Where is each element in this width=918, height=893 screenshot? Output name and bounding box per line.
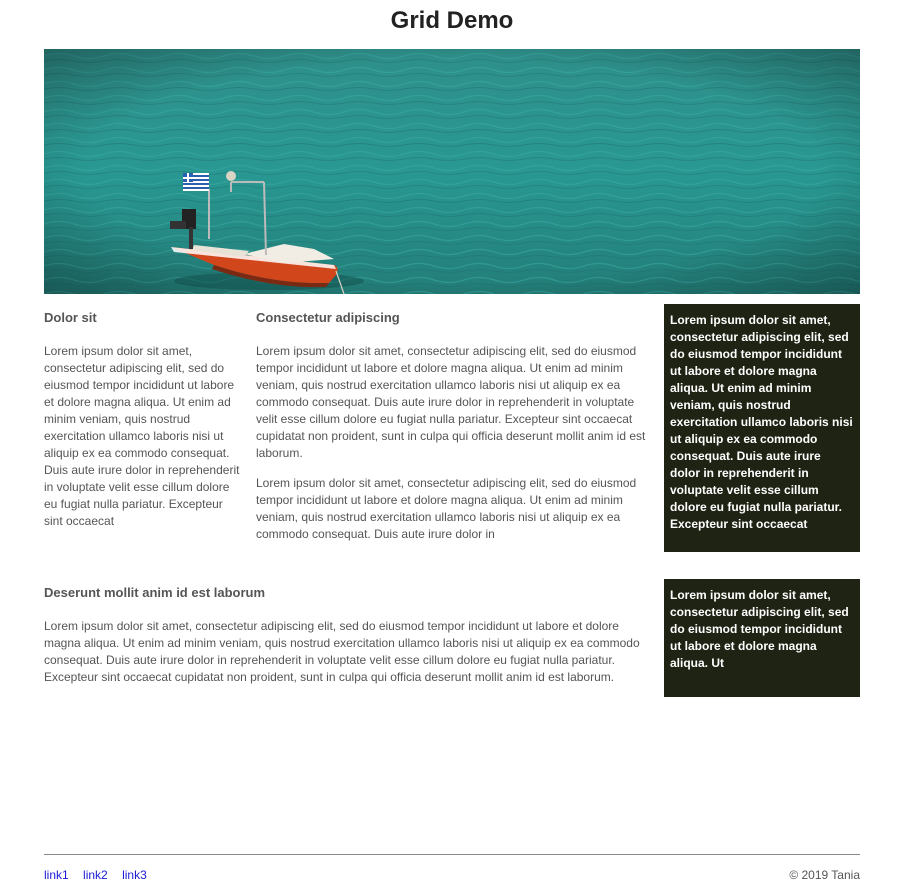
- wide-section-text: Lorem ipsum dolor sit amet, consectetur …: [44, 619, 640, 684]
- page-title: Grid Demo: [390, 7, 514, 34]
- left-column: Dolor sit Lorem ipsum dolor sit amet, co…: [44, 309, 240, 530]
- left-column-text: Lorem ipsum dolor sit amet, consectetur …: [44, 344, 240, 528]
- copyright-text: © 2019 Tania: [789, 868, 860, 882]
- sidebar-box-2: Lorem ipsum dolor sit amet, consectetur …: [664, 579, 860, 697]
- sidebar-box-1-text: Lorem ipsum dolor sit amet, consectetur …: [670, 313, 853, 531]
- middle-column-paragraph-2: Lorem ipsum dolor sit amet, consectetur …: [256, 476, 637, 541]
- footer-link-1[interactable]: link1: [44, 868, 69, 882]
- hero-image: [44, 49, 860, 294]
- footer-divider: [44, 854, 860, 855]
- footer-link-3[interactable]: link3: [122, 868, 147, 882]
- footer-links: link1 link2 link3: [44, 868, 158, 883]
- left-column-heading: Dolor sit: [44, 310, 97, 325]
- middle-column-heading: Consectetur adipiscing: [256, 310, 400, 325]
- sidebar-box-2-text: Lorem ipsum dolor sit amet, consectetur …: [670, 588, 849, 670]
- footer-link-2[interactable]: link2: [83, 868, 108, 882]
- middle-column-paragraph-1: Lorem ipsum dolor sit amet, consectetur …: [256, 344, 646, 460]
- wide-section: Deserunt mollit anim id est laborum Lore…: [44, 584, 648, 686]
- sidebar-box-1: Lorem ipsum dolor sit amet, consectetur …: [664, 304, 860, 552]
- wide-section-heading: Deserunt mollit anim id est laborum: [44, 585, 266, 600]
- middle-column: Consectetur adipiscing Lorem ipsum dolor…: [256, 309, 652, 543]
